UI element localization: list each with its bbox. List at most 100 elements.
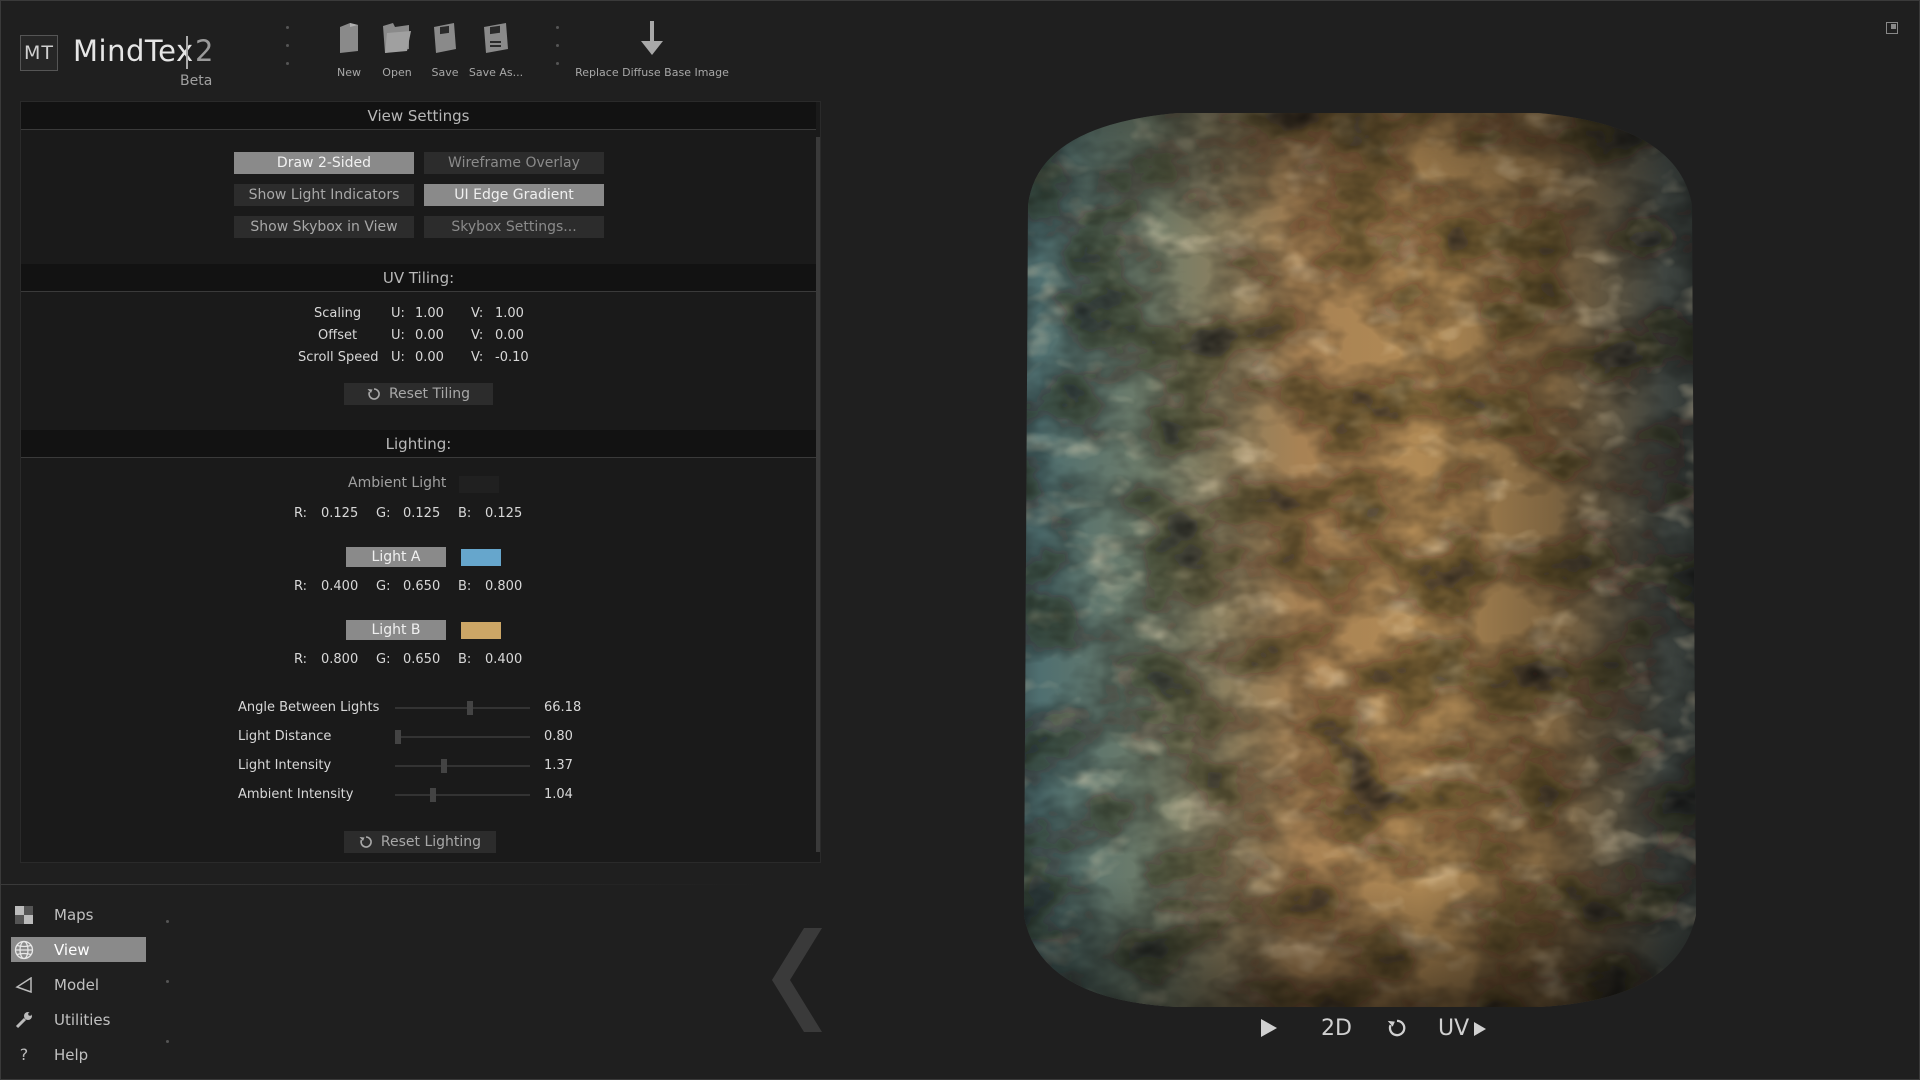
angle-between-lights-slider: Angle Between Lights 66.18 [238, 700, 598, 716]
r-value[interactable]: 0.125 [321, 506, 358, 521]
slider-handle[interactable] [395, 730, 401, 744]
replace-diffuse-button[interactable]: Replace Diffuse Base Image [575, 18, 729, 79]
toggle-2d-button[interactable]: 2D [1321, 1016, 1352, 1041]
save-label: Save [431, 66, 459, 79]
g-value[interactable]: 0.125 [403, 506, 440, 521]
light-distance-slider: Light Distance 0.80 [238, 729, 598, 745]
save-as-disk-icon [484, 18, 508, 58]
nav-view[interactable]: View [11, 937, 146, 962]
reset-view-icon [1387, 1019, 1406, 1037]
uv-row-label: Scaling [314, 306, 362, 321]
checker-icon [13, 904, 35, 926]
app-title: MindTex [73, 34, 194, 68]
show-light-indicators-button[interactable]: Show Light Indicators [234, 184, 414, 206]
uv-row-label: Scroll Speed [298, 350, 379, 365]
settings-panel: View Settings Draw 2-Sided Wireframe Ove… [20, 101, 821, 863]
show-skybox-button[interactable]: Show Skybox in View [234, 216, 414, 238]
draw-2-sided-button[interactable]: Draw 2-Sided [234, 152, 414, 174]
logo-text: MT [24, 42, 54, 64]
download-arrow-icon [641, 18, 663, 58]
nav-separator [0, 884, 760, 885]
uv-tiling-header: UV Tiling: [21, 264, 816, 292]
ui-edge-gradient-button[interactable]: UI Edge Gradient [424, 184, 604, 206]
slider-handle[interactable] [441, 759, 448, 773]
b-value[interactable]: 0.400 [485, 652, 522, 667]
toolbar-divider-2 [556, 26, 560, 80]
g-label: G: [376, 506, 391, 521]
wireframe-overlay-button[interactable]: Wireframe Overlay [424, 152, 604, 174]
u-value[interactable]: 0.00 [415, 350, 444, 365]
light-b-color-swatch[interactable] [461, 622, 501, 639]
slider-track[interactable] [395, 730, 530, 744]
nav-dot [166, 920, 169, 923]
collapse-panel-chevron-icon[interactable] [770, 925, 826, 1035]
slider-value: 66.18 [544, 700, 582, 715]
open-folder-icon [383, 18, 411, 58]
reset-tiling-button[interactable]: Reset Tiling [344, 383, 493, 405]
save-as-button[interactable]: Save As... [469, 18, 523, 79]
reset-icon [367, 388, 380, 400]
g-label: G: [376, 652, 391, 667]
question-icon: ? [19, 1045, 29, 1064]
nav-maps-label: Maps [54, 905, 94, 924]
3d-model-viewport[interactable] [978, 95, 1742, 1015]
b-value[interactable]: 0.800 [485, 579, 522, 594]
nav-maps[interactable]: Maps [11, 902, 146, 927]
reset-tiling-label: Reset Tiling [388, 386, 471, 402]
nav-model-label: Model [54, 975, 100, 994]
slider-handle[interactable] [467, 701, 474, 715]
b-label: B: [458, 652, 472, 667]
restore-window-icon[interactable] [1886, 22, 1898, 34]
replace-label: Replace Diffuse Base Image [575, 66, 729, 79]
v-value[interactable]: 0.00 [495, 328, 524, 343]
u-label: U: [391, 306, 405, 321]
uv-label: UV [1438, 1016, 1470, 1041]
slider-label: Ambient Intensity [238, 787, 354, 802]
r-value[interactable]: 0.800 [321, 652, 358, 667]
uv-view-button[interactable]: UV [1438, 1016, 1487, 1041]
v-value[interactable]: 1.00 [495, 306, 524, 321]
skybox-settings-button[interactable]: Skybox Settings... [424, 216, 604, 238]
app-stage: Beta [180, 73, 213, 89]
reset-lighting-label: Reset Lighting [380, 834, 482, 850]
b-value[interactable]: 0.125 [485, 506, 522, 521]
new-button[interactable]: New [333, 18, 365, 79]
nav-dot [166, 1040, 169, 1043]
ambient-color-swatch[interactable] [459, 476, 499, 493]
b-label: B: [458, 506, 472, 521]
triangle-icon [13, 974, 35, 996]
slider-handle[interactable] [429, 788, 436, 802]
toolbar-divider [286, 26, 290, 80]
nav-utilities-label: Utilities [54, 1010, 111, 1029]
globe-icon [13, 939, 35, 961]
light-b-button[interactable]: Light B [346, 620, 446, 640]
nav-help[interactable]: ? Help [11, 1042, 146, 1067]
nav-model[interactable]: Model [11, 972, 146, 997]
play-button[interactable] [1260, 1018, 1278, 1038]
v-label: V: [471, 350, 484, 365]
g-value[interactable]: 0.650 [403, 579, 440, 594]
slider-track[interactable] [395, 759, 530, 773]
g-value[interactable]: 0.650 [403, 652, 440, 667]
g-label: G: [376, 579, 391, 594]
r-value[interactable]: 0.400 [321, 579, 358, 594]
panel-scrollbar[interactable] [816, 137, 820, 852]
u-value[interactable]: 0.00 [415, 328, 444, 343]
slider-label: Light Intensity [238, 758, 332, 773]
light-a-button[interactable]: Light A [346, 547, 446, 567]
reset-lighting-button[interactable]: Reset Lighting [344, 831, 496, 853]
open-button[interactable]: Open [377, 18, 417, 79]
v-value[interactable]: -0.10 [495, 350, 529, 365]
save-button[interactable]: Save [428, 18, 462, 79]
u-value[interactable]: 1.00 [415, 306, 444, 321]
light-a-color-swatch[interactable] [461, 549, 501, 566]
new-label: New [337, 66, 361, 79]
ambient-light-label: Ambient Light [348, 475, 447, 491]
nav-utilities[interactable]: Utilities [11, 1007, 146, 1032]
reset-view-button[interactable] [1387, 1018, 1407, 1038]
slider-value: 1.37 [544, 758, 573, 773]
play-icon [1261, 1019, 1277, 1037]
slider-track[interactable] [395, 788, 530, 802]
save-disk-icon [434, 18, 456, 58]
slider-track[interactable] [395, 701, 530, 715]
